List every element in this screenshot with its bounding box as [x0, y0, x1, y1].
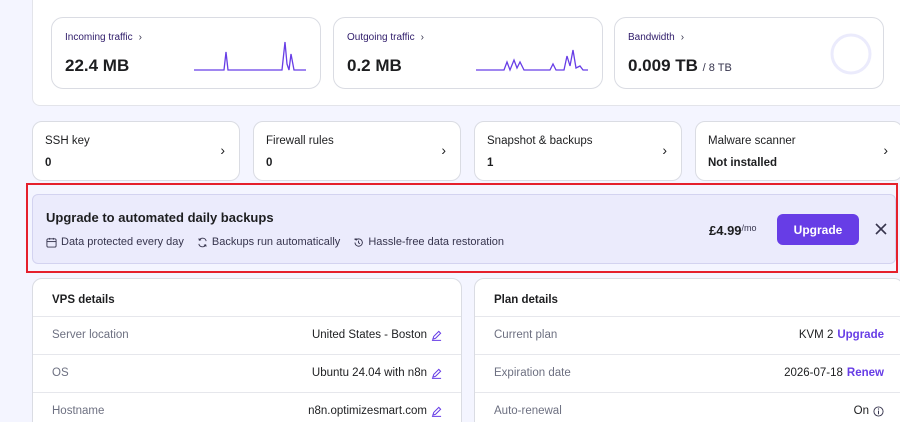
incoming-traffic-card[interactable]: Incoming traffic › 22.4 MB — [51, 17, 321, 89]
ssh-key-value: 0 — [45, 157, 52, 169]
close-icon[interactable] — [873, 221, 889, 237]
banner-features: Data protected every day Backups run aut… — [46, 236, 504, 248]
vps-details-panel: VPS details Server location United State… — [32, 278, 462, 422]
detail-value: n8n.optimizesmart.com — [308, 405, 427, 417]
banner-feature: Data protected every day — [46, 236, 184, 248]
info-icon[interactable] — [873, 405, 884, 417]
snapshot-backups-value: 1 — [487, 157, 494, 169]
detail-value: Ubuntu 24.04 with n8n — [311, 367, 427, 379]
detail-key: Hostname — [52, 405, 105, 417]
edit-pencil-icon[interactable] — [431, 330, 442, 341]
upgrade-plan-link[interactable]: Upgrade — [837, 329, 884, 341]
incoming-traffic-sparkline — [194, 41, 306, 71]
chevron-right-icon: › — [220, 142, 225, 158]
detail-key: Auto-renewal — [494, 405, 562, 417]
edit-pencil-icon[interactable] — [431, 368, 442, 379]
banner-feature: Backups run automatically — [197, 236, 340, 248]
detail-key: Expiration date — [494, 367, 571, 379]
bandwidth-card[interactable]: Bandwidth › 0.009 TB / 8 TB — [614, 17, 884, 89]
banner-price-period: /mo — [741, 223, 757, 233]
feature-label: Backups run automatically — [211, 236, 341, 248]
detail-key: Server location — [52, 329, 129, 341]
vps-details-title: VPS details — [52, 294, 115, 306]
firewall-rules-label: Firewall rules — [266, 135, 334, 147]
detail-value: KVM 2 — [798, 329, 834, 341]
restore-icon — [354, 237, 364, 247]
backup-upgrade-banner: Upgrade to automated daily backups Data … — [32, 194, 896, 264]
chevron-right-icon: › — [420, 32, 424, 43]
outgoing-traffic-card[interactable]: Outgoing traffic › 0.2 MB — [333, 17, 603, 89]
bandwidth-total: / 8 TB — [702, 62, 732, 74]
bandwidth-ring — [830, 33, 872, 75]
firewall-rules-card[interactable]: Firewall rules 0 › — [253, 121, 461, 181]
incoming-traffic-value: 22.4 MB — [65, 56, 130, 75]
malware-scanner-card[interactable]: Malware scanner Not installed › — [695, 121, 900, 181]
bandwidth-value: 0.009 TB — [628, 56, 698, 75]
outgoing-traffic-label: Outgoing traffic — [347, 32, 415, 43]
detail-row-auto-renewal: Auto-renewal On — [475, 392, 900, 422]
detail-value: United States - Boston — [311, 329, 427, 341]
detail-row-current-plan: Current plan KVM 2 Upgrade — [475, 316, 900, 354]
detail-row-hostname: Hostname n8n.optimizesmart.com — [33, 392, 461, 422]
incoming-traffic-label: Incoming traffic — [65, 32, 133, 43]
feature-label: Hassle-free data restoration — [368, 236, 505, 248]
upgrade-button[interactable]: Upgrade — [777, 214, 859, 245]
plan-details-panel: Plan details Current plan KVM 2 Upgrade … — [474, 278, 900, 422]
feature-label: Data protected every day — [61, 236, 184, 248]
detail-value: On — [853, 405, 869, 417]
edit-pencil-icon[interactable] — [431, 406, 442, 417]
malware-scanner-label: Malware scanner — [708, 135, 796, 147]
calendar-icon — [46, 237, 57, 248]
banner-price: £4.99 — [709, 223, 742, 238]
chevron-right-icon: › — [680, 32, 685, 43]
outgoing-traffic-sparkline — [476, 49, 588, 72]
chevron-right-icon: › — [441, 142, 446, 158]
sync-icon — [198, 237, 207, 247]
detail-key: Current plan — [494, 329, 558, 341]
detail-key: OS — [52, 367, 69, 379]
detail-row-os: OS Ubuntu 24.04 with n8n — [33, 354, 461, 392]
outgoing-traffic-value: 0.2 MB — [347, 56, 402, 75]
plan-details-title: Plan details — [494, 294, 558, 306]
snapshot-backups-card[interactable]: Snapshot & backups 1 › — [474, 121, 682, 181]
chevron-right-icon: › — [138, 32, 142, 43]
chevron-right-icon: › — [662, 142, 667, 158]
snapshot-backups-label: Snapshot & backups — [487, 135, 593, 147]
firewall-rules-value: 0 — [266, 157, 273, 169]
ssh-key-card[interactable]: SSH key 0 › — [32, 121, 240, 181]
banner-feature: Hassle-free data restoration — [353, 236, 504, 248]
detail-row-expiration-date: Expiration date 2026-07-18 Renew — [475, 354, 900, 392]
detail-value: 2026-07-18 — [784, 367, 843, 379]
detail-row-server-location: Server location United States - Boston — [33, 316, 461, 354]
chevron-right-icon: › — [883, 142, 888, 158]
bandwidth-label: Bandwidth — [628, 32, 675, 43]
ssh-key-label: SSH key — [45, 135, 90, 147]
renew-link[interactable]: Renew — [847, 367, 884, 379]
banner-title: Upgrade to automated daily backups — [46, 210, 274, 225]
malware-scanner-value: Not installed — [708, 157, 778, 169]
